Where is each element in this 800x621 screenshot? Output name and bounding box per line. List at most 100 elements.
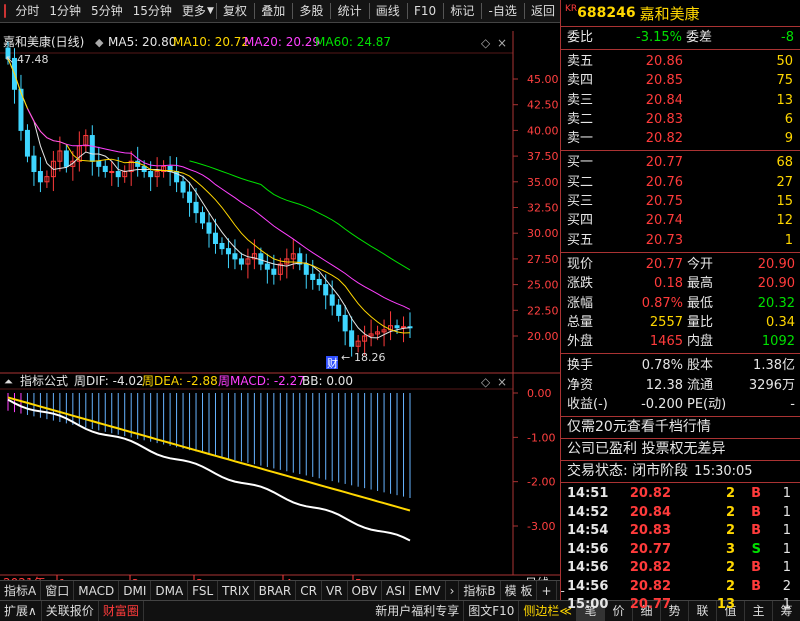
period-tab-timeshare[interactable]: 分时 xyxy=(10,0,44,22)
period-more-dropdown[interactable]: 更多 xyxy=(177,0,211,22)
level-volume: 6 xyxy=(784,111,793,127)
macd-tick-label: -2.00 xyxy=(527,476,555,489)
promo-link[interactable]: 新用户福利专享 xyxy=(371,601,465,621)
indicator-tab[interactable]: TRIX xyxy=(218,581,255,601)
overlay-button[interactable]: 叠加 xyxy=(256,0,290,22)
indicator-name[interactable]: 指标公式 xyxy=(20,373,68,388)
indicator-tab[interactable]: FSL xyxy=(188,581,219,601)
diamond-icon[interactable]: ◇ xyxy=(481,36,491,50)
level-price[interactable]: 20.76 xyxy=(611,173,683,192)
indicator-tab[interactable]: 指标B xyxy=(459,581,501,601)
stat-row: 涨幅 0.87% 最低 20.32 xyxy=(567,295,795,311)
indicator-tab[interactable]: OBV xyxy=(348,581,383,601)
ma20-label: MA20: 20.29 xyxy=(244,35,320,49)
level-price[interactable]: 20.86 xyxy=(611,52,683,71)
ma5-label: MA5: 20.80 xyxy=(108,35,176,49)
f10-button[interactable]: F10 xyxy=(409,0,441,22)
tick-list: 14:51 20.82 2 B 1 14:52 20.84 2 B 1 14:54 20.83 2 B 1 1… xyxy=(561,483,800,615)
ma60-label: MA60: 24.87 xyxy=(315,35,391,49)
period-tab-15min[interactable]: 15分钟 xyxy=(128,0,177,22)
stat-row: 净资 12.38 流通 3296万 xyxy=(567,377,795,393)
price-tick-label: 32.50 xyxy=(527,202,559,215)
macd-label: 周MACD: -2.27 xyxy=(218,374,305,388)
close-icon[interactable]: × xyxy=(497,36,507,50)
level-volume: 9 xyxy=(784,131,793,147)
watchlist-button[interactable]: -自选 xyxy=(484,0,522,22)
price-tick-label: 25.00 xyxy=(527,279,559,292)
period-label: (日线) xyxy=(51,35,84,49)
stat-row: 换手 0.78% 股本 1.38亿 xyxy=(567,358,795,374)
related-quotes-button[interactable]: 关联报价 xyxy=(42,601,99,621)
indicator-close-icon[interactable]: × xyxy=(497,375,507,389)
level-price[interactable]: 20.75 xyxy=(611,192,683,211)
stat-row: 总量 2557 量比 0.34 xyxy=(567,314,795,330)
indicator-diamond-icon[interactable]: ◇ xyxy=(481,375,491,389)
level2-promo[interactable]: 仅需20元查看千档行情 xyxy=(561,417,800,440)
multi-stock-button[interactable]: 多股 xyxy=(294,0,328,22)
bb-label: BB: 0.00 xyxy=(302,374,353,388)
level-volume: 27 xyxy=(776,174,793,190)
ask-level-row: 卖一 20.82 9 xyxy=(561,129,800,148)
indicator-tab[interactable]: 指标A xyxy=(0,581,42,601)
indicator-tab[interactable]: 窗口 xyxy=(41,581,75,601)
stat-row: 涨跌 0.18 最高 20.90 xyxy=(567,276,795,292)
f10-graphic-button[interactable]: 图文F10 xyxy=(464,601,520,621)
indicator-tab[interactable]: MACD xyxy=(74,581,120,601)
indicator-settings-icon[interactable]: ⏶ xyxy=(4,375,13,388)
level-volume: 15 xyxy=(776,194,793,210)
stock-name: 嘉和美康 xyxy=(639,4,700,23)
ask-levels: 卖五 20.86 50 卖四 20.85 75 卖三 20.84 13 卖二 20.83 6 卖一 20.… xyxy=(561,50,800,152)
weibi-value: -3.15% xyxy=(636,30,682,45)
high-price-marker: 47.48 xyxy=(17,53,49,66)
wealth-circle-button[interactable]: 财富圈 xyxy=(99,601,144,621)
stats-block-2: 换手 0.78% 股本 1.38亿 净资 12.38 流通 3296万 收益(-) -0.200 P… xyxy=(561,354,800,418)
menu-icon[interactable] xyxy=(4,4,7,18)
kline-chart[interactable]: 嘉和美康 (日线) ◆ MA5: 20.80 MA10: 20.72 MA20:… xyxy=(0,22,560,598)
stock-code: 688246 xyxy=(577,5,636,21)
level-price[interactable]: 20.74 xyxy=(611,211,683,230)
price-tick-label: 22.50 xyxy=(527,304,559,317)
indicator-tab[interactable]: VR xyxy=(322,581,348,601)
indicator-tab[interactable]: DMI xyxy=(119,581,152,601)
draw-line-button[interactable]: 画线 xyxy=(371,0,405,22)
indicator-tab[interactable]: DMA xyxy=(151,581,189,601)
ma10-label: MA10: 20.72 xyxy=(173,35,249,49)
period-tab-5min[interactable]: 5分钟 xyxy=(86,0,128,22)
indicator-tabs-bar: 指标A 窗口 MACD DMI DMA FSL TRIX BRAR CR VR … xyxy=(0,580,565,601)
level-volume: 12 xyxy=(776,213,793,229)
indicator-tab[interactable]: EMV xyxy=(410,581,446,601)
scroll-right-icon[interactable]: › xyxy=(446,581,460,601)
level-price[interactable]: 20.84 xyxy=(611,91,683,110)
indicator-tab[interactable]: BRAR xyxy=(255,581,297,601)
price-tick-label: 35.00 xyxy=(527,176,559,189)
tick-row: 14:56 20.77 3 S 1 xyxy=(567,541,791,557)
quote-header: KR 688246 嘉和美康 xyxy=(561,0,800,27)
level-price[interactable]: 20.85 xyxy=(611,71,683,90)
ma-collapse-icon[interactable]: ◆ xyxy=(95,36,104,49)
dea-label: 周DEA: -2.88 xyxy=(142,374,218,388)
tick-row: 14:52 20.84 2 B 1 xyxy=(567,504,791,520)
adjust-button[interactable]: 复权 xyxy=(218,0,252,22)
price-tick-label: 42.50 xyxy=(527,99,559,112)
ask-level-row: 卖四 20.85 75 xyxy=(561,71,800,90)
tick-row: 15:00 20.77 13 1 xyxy=(567,597,791,613)
mark-button[interactable]: 标记 xyxy=(445,0,479,22)
price-tick-label: 20.00 xyxy=(527,330,559,343)
level-price[interactable]: 20.82 xyxy=(611,129,683,148)
level-price[interactable]: 20.73 xyxy=(611,231,683,250)
tick-row: 14:54 20.83 2 B 1 xyxy=(567,523,791,539)
level-price[interactable]: 20.77 xyxy=(611,153,683,172)
indicator-tab[interactable]: CR xyxy=(296,581,322,601)
period-tab-1min[interactable]: 1分钟 xyxy=(44,0,86,22)
statistics-button[interactable]: 统计 xyxy=(333,0,367,22)
quote-panel: KR 688246 嘉和美康 委比 -3.15% 委差 -8 卖五 20.86 50… xyxy=(560,0,800,612)
expand-button[interactable]: 扩展∧ xyxy=(0,601,42,621)
tick-row: 14:56 20.82 2 B 2 xyxy=(567,578,791,594)
price-tick-label: 45.00 xyxy=(527,73,559,86)
template-tab[interactable]: 模 板 xyxy=(501,581,538,601)
level-price[interactable]: 20.83 xyxy=(611,110,683,129)
macd-tick-label: 0.00 xyxy=(527,387,552,400)
indicator-tab[interactable]: ASI xyxy=(382,581,411,601)
add-indicator-button[interactable]: + xyxy=(537,581,557,601)
back-button[interactable]: 返回 xyxy=(526,0,560,22)
